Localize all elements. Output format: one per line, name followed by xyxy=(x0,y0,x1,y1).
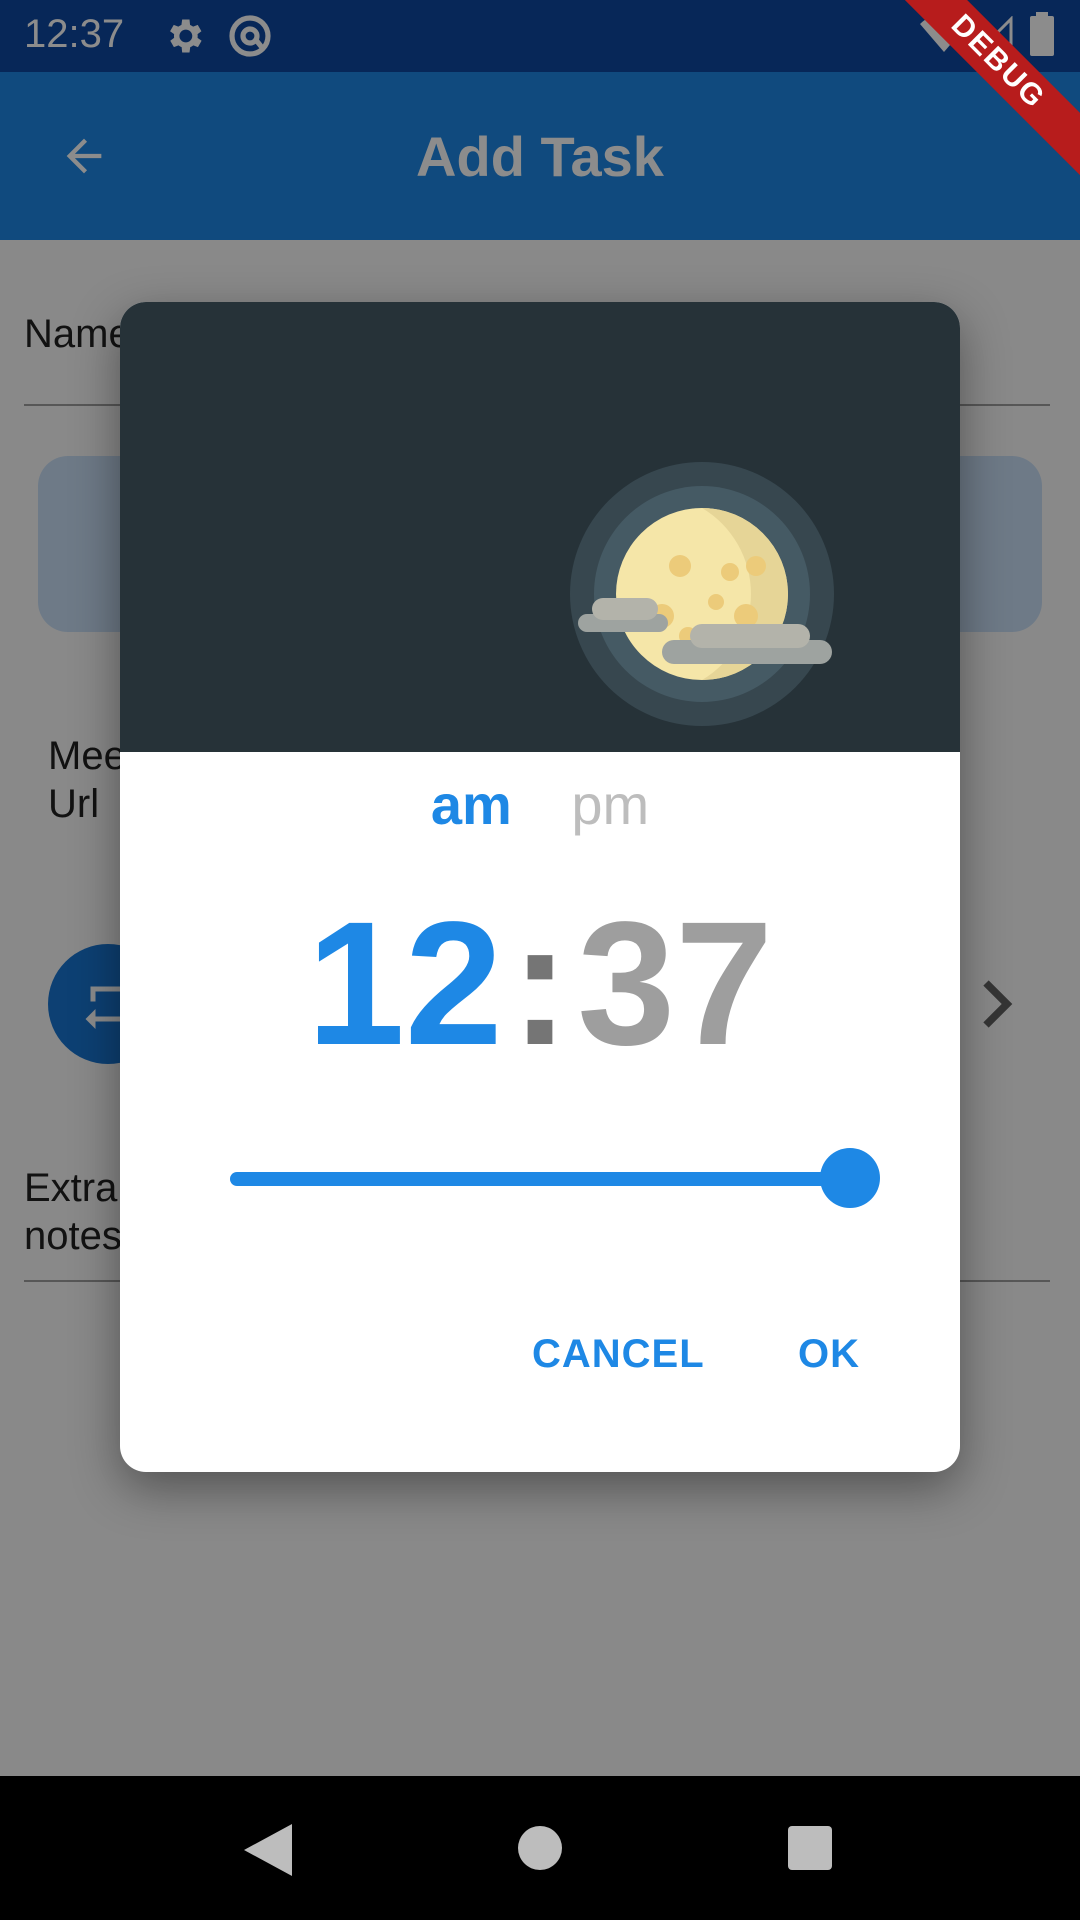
time-slider-track[interactable] xyxy=(230,1172,850,1186)
time-picker-dialog: am pm 12:37 CANCEL OK xyxy=(120,302,960,1472)
time-display: 12:37 xyxy=(120,894,960,1074)
time-separator: : xyxy=(510,886,570,1082)
pm-toggle[interactable]: pm xyxy=(571,772,649,837)
recents-square-icon[interactable] xyxy=(788,1826,832,1870)
navigation-bar xyxy=(0,1776,1080,1920)
home-circle-icon[interactable] xyxy=(518,1826,562,1870)
hour-value[interactable]: 12 xyxy=(307,886,503,1082)
cancel-button[interactable]: CANCEL xyxy=(532,1332,705,1377)
back-triangle-icon[interactable] xyxy=(244,1824,292,1876)
dialog-header xyxy=(120,302,960,752)
am-pm-selector: am pm xyxy=(120,772,960,837)
am-toggle[interactable]: am xyxy=(431,772,512,837)
moon-night-icon xyxy=(570,462,834,726)
ok-button[interactable]: OK xyxy=(798,1332,860,1377)
minute-value[interactable]: 37 xyxy=(577,886,773,1082)
time-slider-thumb[interactable] xyxy=(820,1148,880,1208)
